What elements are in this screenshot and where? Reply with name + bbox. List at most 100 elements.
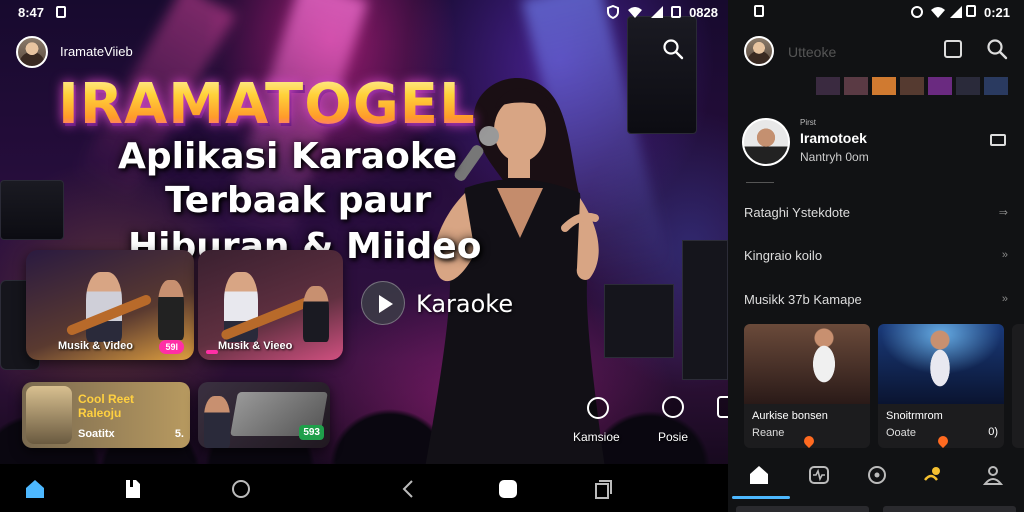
card-label: Musik & Video xyxy=(58,340,133,352)
more-icon[interactable] xyxy=(717,396,728,418)
bandmate-image xyxy=(303,286,329,342)
list-item[interactable]: Musikk 37b Kamape » xyxy=(744,287,1008,311)
video-thumbnail xyxy=(744,324,870,404)
color-swatch xyxy=(984,77,1008,95)
shield-icon xyxy=(607,5,620,19)
play-label[interactable]: Karaoke xyxy=(416,290,513,318)
featured-playlist-card[interactable]: Cool Reet Raleoju Soatitx 5. xyxy=(22,382,190,448)
color-swatch xyxy=(816,77,840,95)
list-item[interactable]: Kingraio koilo » xyxy=(744,243,1008,267)
video-card[interactable]: Snoitrmrom Ooate 0) xyxy=(878,324,1004,448)
brand-logo-text: IRAMATOGEL xyxy=(58,72,476,137)
search-icon[interactable] xyxy=(986,38,1008,60)
wifi-icon xyxy=(931,7,945,18)
cast-icon[interactable] xyxy=(944,40,962,58)
amplifier xyxy=(682,240,728,380)
music-icon[interactable] xyxy=(866,464,888,486)
recent-icon[interactable] xyxy=(592,478,614,500)
karaoke-home-screen: 8:47 0828 IramateViieb IRAMATOGEL Aplika… xyxy=(0,0,728,512)
list-item-label: Musikk 37b Kamape xyxy=(744,291,862,307)
signal-icon xyxy=(950,6,962,18)
color-swatch xyxy=(844,77,868,95)
fire-icon xyxy=(801,433,817,448)
profile-avatar[interactable] xyxy=(742,118,790,166)
profile-icon[interactable] xyxy=(982,464,1004,486)
video-title: Snoitrmrom xyxy=(886,410,943,422)
video-card[interactable]: Aurkise bonsen Reane xyxy=(744,324,870,448)
notification-icon xyxy=(56,6,67,18)
status-time: 8:47 xyxy=(18,4,45,20)
profile-subtitle: Nantryh 0om xyxy=(800,150,869,164)
card-badge-dot xyxy=(206,350,218,354)
video-count: 0) xyxy=(988,426,998,438)
video-thumbnail xyxy=(878,324,1004,404)
playlist-thumbnail xyxy=(26,386,72,444)
hero-headline-line2: Terbaak paur xyxy=(165,180,432,221)
avatar[interactable] xyxy=(744,36,774,66)
username: IramateViieb xyxy=(60,44,133,59)
mixer-card[interactable]: 593 xyxy=(198,382,330,448)
book-icon[interactable] xyxy=(990,134,1006,146)
profile-caption: Pirst xyxy=(800,118,816,127)
screenshot: 8:47 0828 IramateViieb IRAMATOGEL Aplika… xyxy=(0,0,1024,512)
wifi-icon xyxy=(628,7,643,18)
color-swatch xyxy=(872,77,896,95)
avatar[interactable] xyxy=(16,36,48,68)
profile-name[interactable]: Iramotoek xyxy=(800,130,867,146)
playlist-count: 5. xyxy=(174,428,184,440)
color-swatch xyxy=(956,77,980,95)
bottom-navigation xyxy=(728,460,1024,512)
karaoke-library-screen: 0:21 Utteoke Pirst Iramotoek Nantryh 0om… xyxy=(728,0,1024,512)
home-icon[interactable] xyxy=(748,464,770,486)
card-badge: 59l xyxy=(159,340,184,354)
status-right-text: 0828 xyxy=(689,4,718,20)
chevron-right-icon: » xyxy=(1001,293,1008,305)
fire-icon xyxy=(935,433,951,448)
page-title: Utteoke xyxy=(788,44,837,60)
content-peek xyxy=(736,506,1016,512)
active-tab-indicator xyxy=(732,496,790,499)
speaker-cabinet xyxy=(627,16,697,134)
video-subtitle: Ooate xyxy=(886,427,916,439)
signal-icon xyxy=(651,6,664,18)
list-item[interactable]: Rataghi Ystekdote ⇒ xyxy=(744,200,1008,224)
list-item-label: Kingraio koilo xyxy=(744,247,823,263)
back-icon[interactable] xyxy=(398,478,420,500)
color-swatch xyxy=(928,77,952,95)
timer-icon[interactable] xyxy=(662,396,684,418)
producer-image xyxy=(204,396,230,448)
card-label: Musik & Vieeo xyxy=(218,340,293,352)
sparkle-icon[interactable] xyxy=(922,464,944,486)
card-badge: 593 xyxy=(299,425,324,440)
list-item-label: Rataghi Ystekdote xyxy=(744,204,850,220)
hero-headline-line1: Aplikasi Karaoke xyxy=(118,136,458,177)
playlist-title: Cool Reet Raleoju xyxy=(78,392,135,420)
home-square-icon[interactable] xyxy=(497,478,519,500)
music-video-card[interactable]: Musik & Vieeo xyxy=(198,250,343,360)
search-icon[interactable] xyxy=(662,38,684,60)
status-bar-right: 0828 xyxy=(607,0,718,24)
heart-icon[interactable] xyxy=(587,397,609,419)
bandmate-image xyxy=(158,280,184,340)
category-color-strip xyxy=(816,77,1008,95)
color-swatch xyxy=(900,77,924,95)
status-bar-left: 8:47 xyxy=(18,0,67,24)
side-action-label[interactable]: Kamsioe xyxy=(573,430,620,444)
home-icon[interactable] xyxy=(24,478,46,500)
clip-icon[interactable] xyxy=(122,478,144,500)
video-title: Aurkise bonsen xyxy=(752,410,828,422)
video-subtitle: Reane xyxy=(752,427,785,439)
music-video-card[interactable]: Musik & Video 59l xyxy=(26,250,194,360)
divider xyxy=(746,182,774,183)
notification-icon xyxy=(754,5,764,17)
battery-icon xyxy=(966,5,976,17)
circle-icon[interactable] xyxy=(230,478,252,500)
side-action-label[interactable]: Posie xyxy=(658,430,688,444)
playlist-subtitle: Soatitx xyxy=(78,428,115,440)
video-card-peek[interactable] xyxy=(1012,324,1024,448)
activity-icon[interactable] xyxy=(808,464,830,486)
chevron-right-icon: ⇒ xyxy=(998,206,1008,219)
battery-icon xyxy=(671,6,682,18)
play-button[interactable] xyxy=(361,281,405,325)
chevron-right-icon: » xyxy=(1001,249,1008,261)
